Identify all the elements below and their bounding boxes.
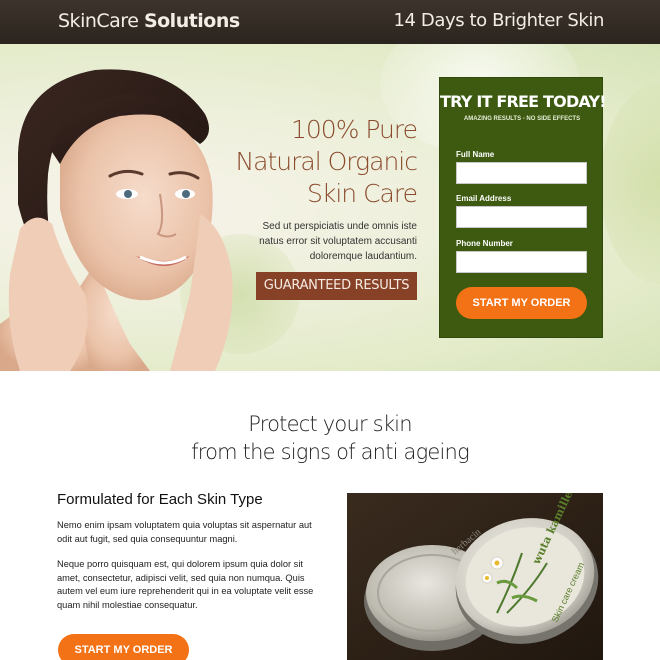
feature-paragraph: Nemo enim ipsam voluptatem quia voluptas… bbox=[57, 520, 312, 544]
phone-label: Phone Number bbox=[456, 239, 513, 248]
phone-field[interactable] bbox=[456, 251, 587, 273]
section-heading-line: from the signs of anti ageing bbox=[191, 440, 470, 464]
hero-description: Sed ut perspiciatis unde omnis iste natu… bbox=[259, 221, 417, 262]
top-header: SkinCare Solutions 14 Days to Brighter S… bbox=[0, 0, 660, 44]
section-heading-line: Protect your skin bbox=[248, 412, 412, 436]
headline-line: Skin Care bbox=[307, 179, 418, 208]
brand-light: SkinCare bbox=[58, 10, 139, 32]
feature-paragraph: Neque porro quisquam est, qui dolorem ip… bbox=[57, 559, 314, 610]
email-field[interactable] bbox=[456, 206, 587, 228]
header-tagline: 14 Days to Brighter Skin bbox=[393, 10, 604, 31]
form-subtitle: AMAZING RESULTS - NO SIDE EFFECTS bbox=[463, 116, 581, 122]
signup-form: TRY IT FREE TODAY! AMAZING RESULTS - NO … bbox=[439, 77, 607, 338]
form-title: TRY IT FREE TODAY! bbox=[440, 92, 607, 111]
headline-line: Natural Organic bbox=[235, 147, 418, 176]
hero-section: 100% Pure Natural Organic Skin Care Sed … bbox=[0, 44, 660, 371]
start-order-button-secondary[interactable]: START MY ORDER bbox=[58, 634, 189, 660]
brand-bold: Solutions bbox=[143, 10, 240, 32]
brand-logo[interactable]: SkinCare Solutions bbox=[58, 10, 240, 32]
email-label: Email Address bbox=[456, 194, 512, 203]
cream-tin-image: wuta kamille Skin care cream herbacin bbox=[347, 493, 603, 660]
bokeh-decoration bbox=[600, 84, 660, 284]
full-name-field[interactable] bbox=[456, 162, 587, 184]
start-order-button[interactable]: START MY ORDER bbox=[456, 287, 587, 319]
guaranteed-results-badge: GUARANTEED RESULTS bbox=[256, 272, 417, 300]
headline-line: 100% Pure bbox=[290, 115, 418, 144]
woman-portrait-image bbox=[0, 69, 233, 371]
section-heading: Protect your skin from the signs of anti… bbox=[0, 410, 660, 466]
hero-headline: 100% Pure Natural Organic Skin Care bbox=[235, 114, 418, 210]
feature-title: Formulated for Each Skin Type bbox=[57, 491, 263, 508]
full-name-label: Full Name bbox=[456, 150, 495, 159]
